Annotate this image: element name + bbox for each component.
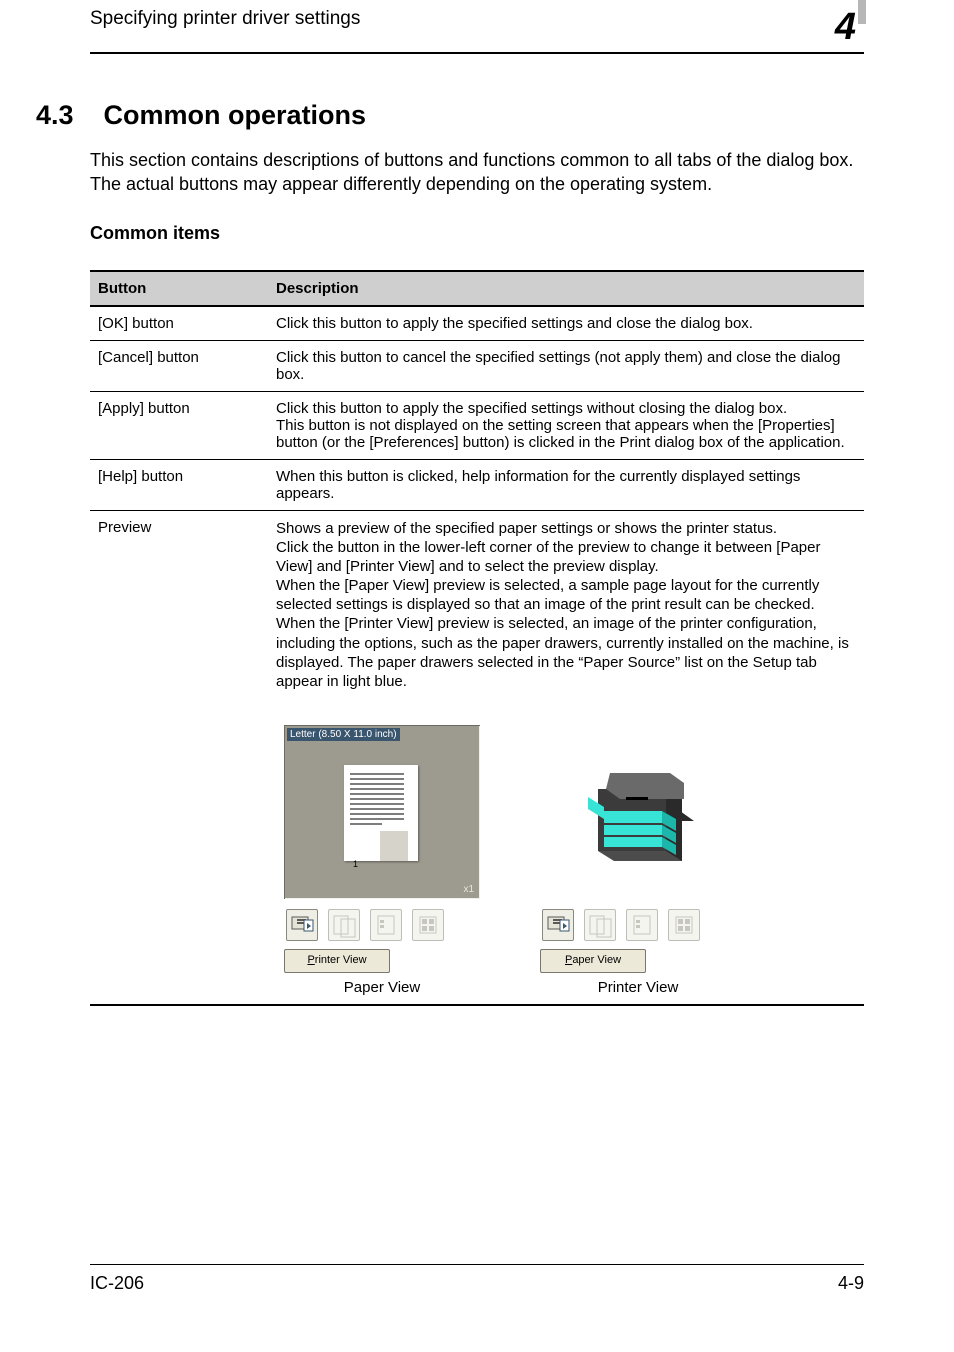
printer-view-caption: Printer View [540,979,736,996]
cell-button: [OK] button [90,306,268,341]
header-rule [90,52,864,54]
page: Specifying printer driver settings 4 4.3… [0,0,954,1352]
common-items-table: Button Description [OK] button Click thi… [90,270,864,1007]
cell-desc: When this button is clicked, help inform… [268,459,864,510]
chapter-number: 4 [835,6,856,49]
paper-view-toolbar [286,909,478,941]
paper-view-caption: Paper View [284,979,480,996]
cell-desc: Click this button to apply the specified… [268,391,864,459]
cell-button: [Apply] button [90,391,268,459]
zoom-label: x1 [463,884,474,895]
printer-view-canvas [540,725,736,899]
table-row-preview: Preview Shows a preview of the specified… [90,510,864,1005]
watermark-icon[interactable] [328,909,360,941]
cell-button: [Help] button [90,459,268,510]
cell-desc: Click this button to cancel the specifie… [268,340,864,391]
paper-size-label: Letter (8.50 X 11.0 inch) [287,728,400,741]
printer-view-toolbar [542,909,734,941]
printer-view-button[interactable]: Printer View [284,949,390,973]
running-head: Specifying printer driver settings [90,8,864,30]
content: 4.3Common operations This section contai… [90,100,864,1242]
detailed-icon[interactable] [668,909,700,941]
table-row: [Cancel] button Click this button to can… [90,340,864,391]
section-intro: This section contains descriptions of bu… [90,149,864,197]
cell-button: Preview [90,510,268,1005]
table-row: [Help] button When this button is clicke… [90,459,864,510]
printer-view-panel: Paper View Printer View [540,725,736,996]
page-header: Specifying printer driver settings 4 [90,8,864,60]
section-number: 4.3 [36,100,74,130]
printer-info-active-icon[interactable] [542,909,574,941]
preview-description: Shows a preview of the specified paper s… [276,519,854,692]
chapter-marker: 4 [810,0,864,52]
printer-device-icon [580,753,696,873]
section-title: Common operations [104,100,367,130]
th-button: Button [90,271,268,306]
table-header-row: Button Description [90,271,864,306]
model-label: IC-206 [90,1273,144,1294]
watermark-icon[interactable] [584,909,616,941]
paper-view-button[interactable]: Paper View [540,949,646,973]
button-accelerator: P [307,954,314,966]
button-label-rest: rinter View [315,954,367,966]
table-row: [Apply] button Click this button to appl… [90,391,864,459]
cell-button: [Cancel] button [90,340,268,391]
detailed-icon[interactable] [412,909,444,941]
section-heading: 4.3 Common operations [36,100,864,131]
paper-sheet-icon: 1 [344,765,418,861]
th-description: Description [268,271,864,306]
paper-view-canvas: Letter (8.50 X 11.0 inch) [284,725,480,899]
cell-desc-preview: Shows a preview of the specified paper s… [268,510,864,1005]
quality-icon[interactable] [626,909,658,941]
page-footer: IC-206 4-9 [90,1264,864,1294]
page-number: 4-9 [838,1273,864,1294]
quality-icon[interactable] [370,909,402,941]
section-subtitle: Common items [90,223,864,244]
cell-desc: Click this button to apply the specified… [268,306,864,341]
paper-view-panel: Letter (8.50 X 11.0 inch) [284,725,480,996]
chapter-marker-decoration [858,0,866,24]
button-label-rest: aper View [572,954,621,966]
printer-info-active-icon[interactable] [286,909,318,941]
table-row: [OK] button Click this button to apply t… [90,306,864,341]
preview-panels: Letter (8.50 X 11.0 inch) [284,725,854,996]
